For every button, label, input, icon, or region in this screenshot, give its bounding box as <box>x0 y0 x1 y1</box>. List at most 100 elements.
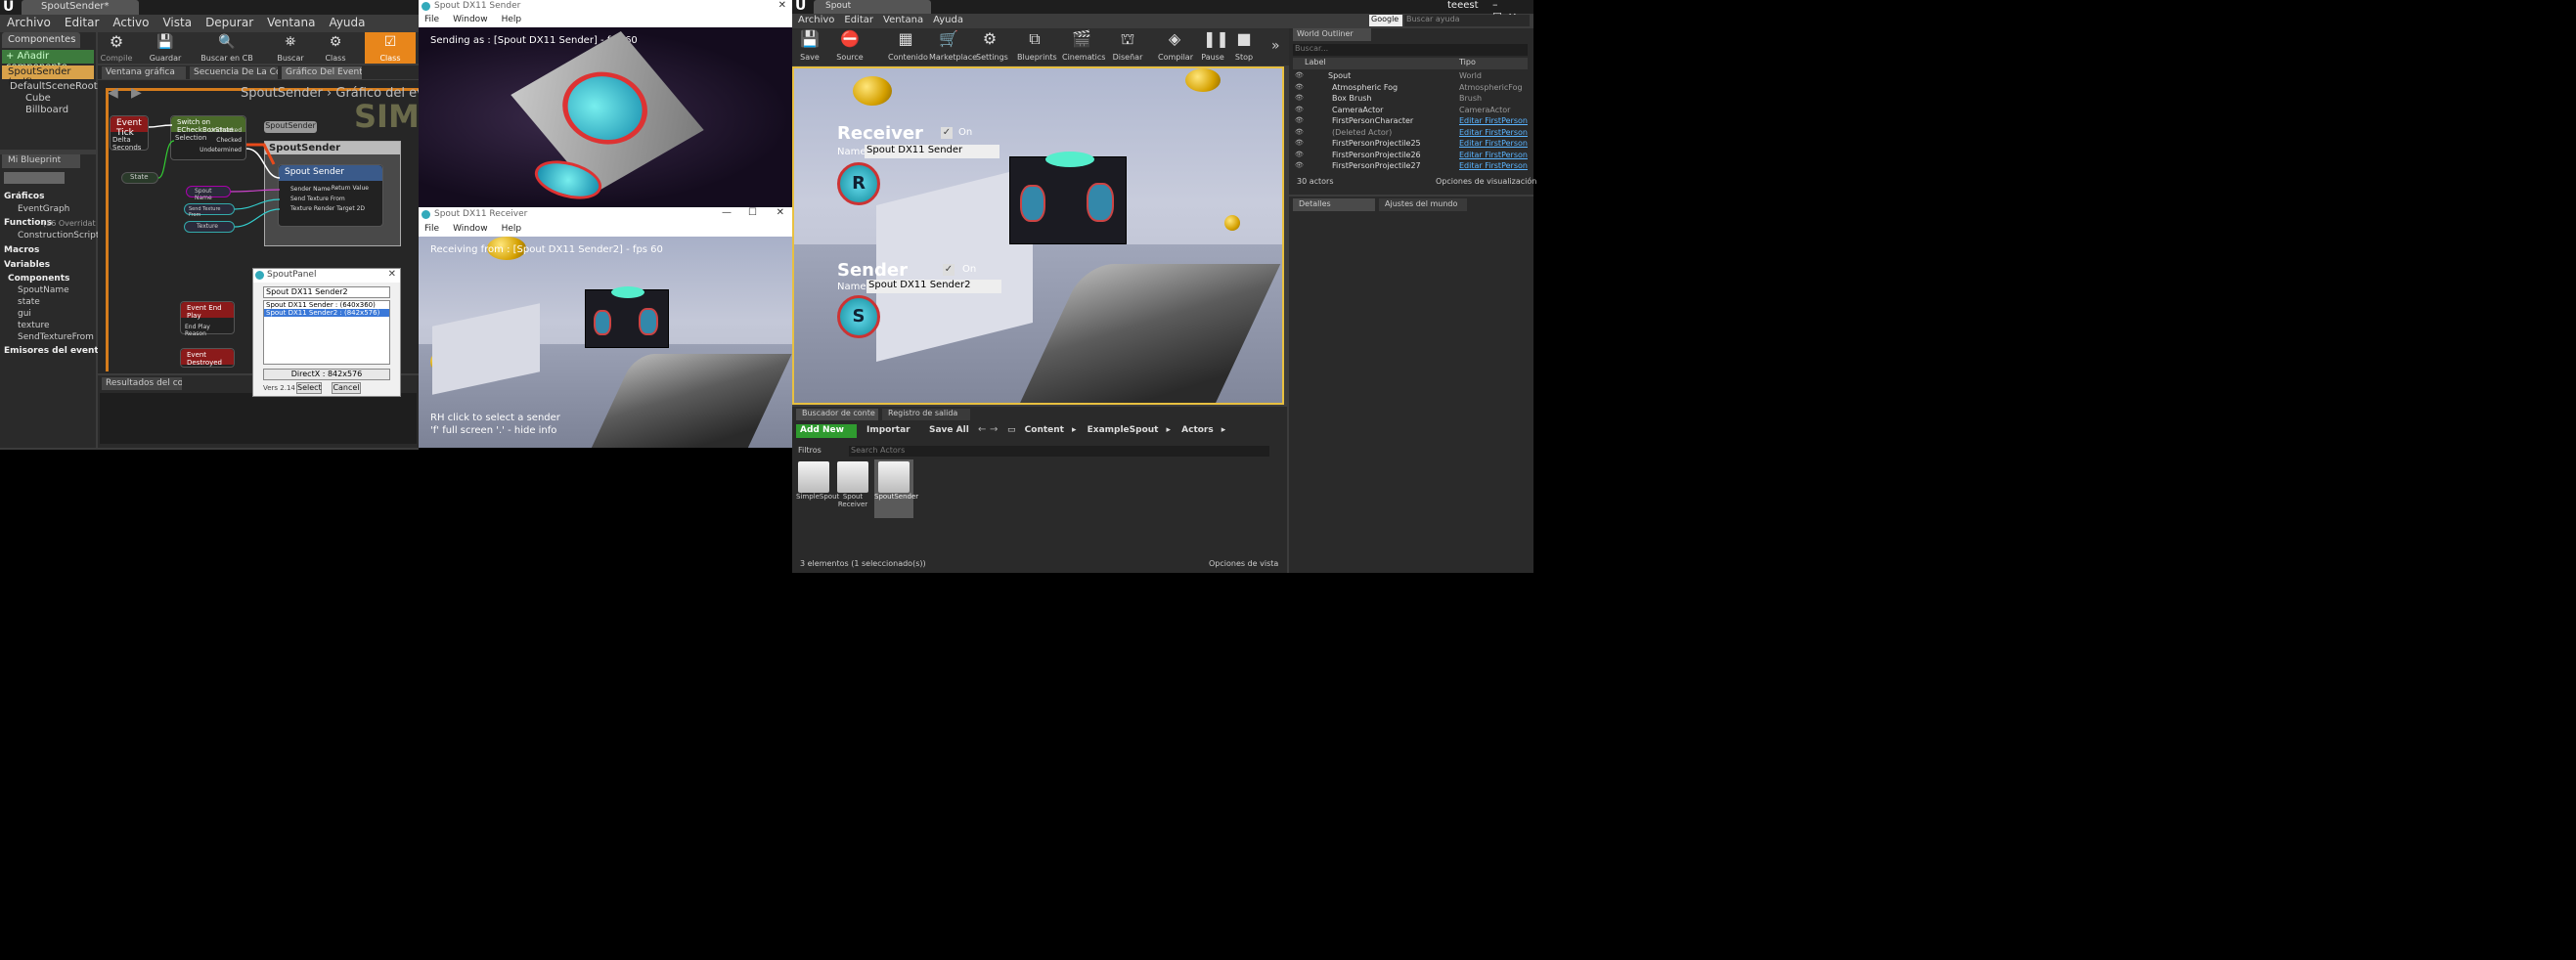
import-button[interactable]: Importar <box>866 425 910 435</box>
col-type[interactable]: Tipo <box>1459 58 1476 66</box>
blueprint-search-input[interactable] <box>4 172 65 184</box>
var-texture[interactable]: texture <box>18 321 50 330</box>
visibility-eye-icon[interactable]: 👁 <box>1295 151 1304 158</box>
outliner-row[interactable]: 👁 Atmospheric Fog AtmosphericFog <box>1293 83 1528 94</box>
buscar-button[interactable]: ⛯ Buscar <box>276 32 305 64</box>
menu-window[interactable]: Window <box>453 224 488 234</box>
close-icon[interactable]: ✕ <box>777 207 784 218</box>
menu-editar[interactable]: Editar <box>65 16 100 29</box>
forward-arrow-icon[interactable]: → <box>990 424 998 435</box>
visibility-eye-icon[interactable]: 👁 <box>1295 116 1304 124</box>
menu-help[interactable]: Help <box>502 224 522 234</box>
add-component-button[interactable]: + Añadir componente <box>2 50 94 72</box>
visibility-eye-icon[interactable]: 👁 <box>1295 71 1304 79</box>
outliner-row-type[interactable]: Editar FirstPersonl <box>1459 139 1528 148</box>
outliner-row[interactable]: 👁 CameraActor CameraActor <box>1293 106 1528 116</box>
visibility-eye-icon[interactable]: 👁 <box>1295 106 1304 113</box>
section-graficos[interactable]: Gráficos <box>4 192 44 201</box>
close-icon[interactable]: ✕ <box>388 269 396 280</box>
visibility-eye-icon[interactable]: 👁 <box>1295 83 1304 91</box>
outliner-row[interactable]: 👁 (Deleted Actor) Editar FirstPersonl <box>1293 128 1528 139</box>
settings-button[interactable]: ⚙ Settings <box>976 28 1008 64</box>
item-eventgraph[interactable]: EventGraph <box>18 204 69 214</box>
visibility-eye-icon[interactable]: 👁 <box>1295 139 1304 147</box>
disenar-button[interactable]: ⛫ Diseñar <box>1111 28 1144 64</box>
var-gui[interactable]: gui <box>18 309 31 319</box>
search-actors-input[interactable]: Search Actors <box>849 446 1269 457</box>
buscar-cb-button[interactable]: 🔍Buscar en CB (closed beta) <box>186 32 268 75</box>
outliner-row-type[interactable]: Editar FirstPersonl <box>1459 128 1528 137</box>
document-tab[interactable]: SpoutSender* <box>22 0 139 15</box>
my-blueprint-tab[interactable]: Mi Blueprint <box>2 154 80 168</box>
var-spoutname[interactable]: SpoutName <box>18 285 69 295</box>
section-macros[interactable]: Macros <box>4 245 39 255</box>
sender-name-input[interactable]: Spout DX11 Sender2 <box>263 286 390 298</box>
tab-world-settings[interactable]: Ajustes del mundo <box>1379 198 1467 211</box>
menu-ayuda[interactable]: Ayuda <box>933 15 963 25</box>
compilar-button[interactable]: ◈ Compilar <box>1158 28 1193 64</box>
outliner-row[interactable]: 👁 FirstPersonProjectile25 Editar FirstPers… <box>1293 139 1528 150</box>
cinematics-button[interactable]: 🎬 Cinematics <box>1062 28 1105 64</box>
save-button[interactable]: 💾 Save <box>798 28 822 64</box>
sender-badge[interactable]: S <box>837 295 880 338</box>
add-new-button[interactable]: Add New <box>796 424 857 438</box>
outliner-row[interactable]: 👁 Spout World <box>1293 71 1528 82</box>
close-icon[interactable]: ✕ <box>778 0 786 11</box>
google-dropdown[interactable]: Google <box>1369 15 1402 26</box>
menu-window[interactable]: Window <box>453 15 488 24</box>
level-viewport[interactable]: Receiver ✓ On Name Spout DX11 Sender R S… <box>792 66 1284 405</box>
menu-activo[interactable]: Activo <box>112 16 149 29</box>
var-sendtexturefrom[interactable]: SendTextureFrom <box>18 332 94 342</box>
class-defaults-button[interactable]: ☑Class Defaults <box>365 32 416 75</box>
col-label[interactable]: Label <box>1305 58 1326 66</box>
document-tab[interactable]: Spout <box>814 0 931 14</box>
filters-button[interactable]: Filtros <box>798 446 822 455</box>
cb-view-options[interactable]: Opciones de vista <box>1209 559 1278 568</box>
menu-help[interactable]: Help <box>502 15 522 24</box>
self-item[interactable]: SpoutSender (self) <box>2 65 94 88</box>
menu-vista[interactable]: Vista <box>162 16 192 29</box>
components-tab[interactable]: Componentes <box>2 32 80 48</box>
select-button[interactable]: Select <box>296 382 322 394</box>
stop-button[interactable]: ■ Stop <box>1230 28 1258 64</box>
pause-button[interactable]: ❚❚ Pause <box>1199 28 1229 64</box>
sender-list-item-selected[interactable]: Spout DX11 Sender2 : (842x576) <box>264 309 389 317</box>
visibility-eye-icon[interactable]: 👁 <box>1295 161 1304 169</box>
menu-editar[interactable]: Editar <box>844 15 873 25</box>
outliner-row[interactable]: 👁 Box Brush Brush <box>1293 94 1528 105</box>
receiver-checkbox[interactable]: ✓ <box>941 127 953 139</box>
tree-item-billboard[interactable]: Billboard <box>25 105 68 115</box>
menu-ventana[interactable]: Ventana <box>883 15 923 25</box>
back-arrow-icon[interactable]: ← <box>978 424 986 435</box>
asset-spoutsender[interactable]: SpoutSender <box>874 459 918 518</box>
maximize-icon[interactable]: ☐ <box>748 207 757 218</box>
compile-button[interactable]: ⚙ Compile <box>100 32 133 64</box>
sender-list[interactable]: Spout DX11 Sender : (640x360) Spout DX11… <box>263 300 390 365</box>
world-outliner-tab[interactable]: World Outliner <box>1293 28 1371 41</box>
tab-ventana-grafica[interactable]: Ventana gráfica <box>102 66 186 79</box>
outliner-row-type[interactable]: Editar FirstPersonl <box>1459 161 1528 170</box>
save-all-button[interactable]: Save All <box>929 425 969 435</box>
receiver-badge[interactable]: R <box>837 162 880 205</box>
section-variables[interactable]: Variables <box>4 260 50 270</box>
sender-checkbox[interactable]: ✓ <box>943 264 955 276</box>
sender-list-item[interactable]: Spout DX11 Sender : (640x360) <box>264 301 389 309</box>
outliner-row[interactable]: 👁 FirstPersonProjectile27 Editar FirstPers… <box>1293 161 1528 172</box>
menu-ayuda[interactable]: Ayuda <box>329 16 365 29</box>
item-construction-script[interactable]: ConstructionScript <box>18 231 99 240</box>
guardar-button[interactable]: 💾 Guardar <box>149 32 182 64</box>
sender-name-input[interactable]: Spout DX11 Sender2 <box>866 280 1001 293</box>
tab-content-browser[interactable]: Buscador de conte <box>796 409 878 420</box>
asset-simplespout[interactable]: SimpleSpout <box>796 461 839 514</box>
tab-output-log[interactable]: Registro de salida <box>882 409 970 420</box>
visibility-eye-icon[interactable]: 👁 <box>1295 94 1304 102</box>
path-examplespout[interactable]: ExampleSpout <box>1088 425 1159 435</box>
outliner-row[interactable]: 👁 FirstPersonProjectile26 Editar FirstPers… <box>1293 151 1528 161</box>
path-actors[interactable]: Actors <box>1181 425 1214 435</box>
outliner-row[interactable]: 👁 FirstPersonCharacter Editar FirstPersonl <box>1293 116 1528 127</box>
tree-item-cube[interactable]: Cube <box>25 93 51 104</box>
results-tab[interactable]: Resultados del com <box>102 377 182 390</box>
view-options-link[interactable]: Opciones de visualización <box>1436 177 1536 186</box>
path-content[interactable]: Content <box>1025 425 1064 435</box>
visibility-eye-icon[interactable]: 👁 <box>1295 128 1304 136</box>
